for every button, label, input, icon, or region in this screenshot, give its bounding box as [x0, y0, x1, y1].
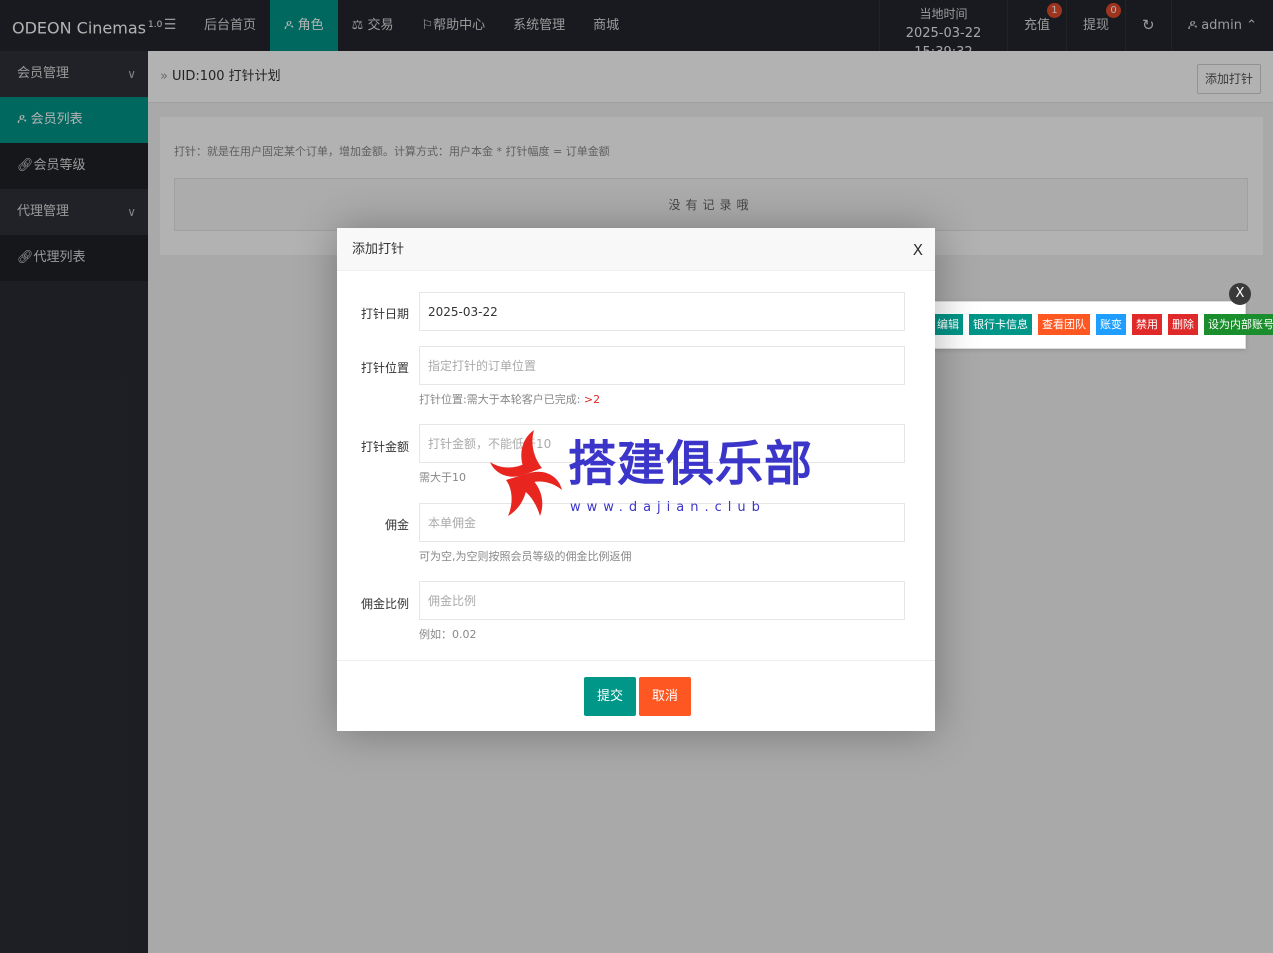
close-icon[interactable]: X [913, 228, 923, 273]
watermark-url: www.dajian.club [570, 500, 766, 515]
disable-button[interactable]: 禁用 [1132, 314, 1162, 335]
modal-header: 添加打针 X [337, 228, 935, 271]
modal-title: 添加打针 [352, 242, 405, 257]
modal-divider [337, 660, 935, 661]
position-min-value: >2 [583, 393, 601, 406]
watermark: 搭建俱乐部 www.dajian.club [490, 428, 812, 524]
set-internal-account-button[interactable]: 设为内部账号 [1204, 314, 1273, 335]
date-input[interactable] [419, 292, 905, 331]
watermark-swirl-icon [490, 430, 562, 516]
position-label: 打针位置 [360, 361, 409, 375]
popup-close-icon[interactable]: X [1229, 283, 1251, 305]
position-input[interactable] [419, 346, 905, 385]
position-help-text: 打针位置:需大于本轮客户已完成: [419, 393, 581, 406]
amount-label: 打针金额 [360, 440, 409, 454]
commission-rate-input[interactable] [419, 581, 905, 620]
submit-button[interactable]: 提交 [584, 677, 637, 716]
commission-label: 佣金 [384, 518, 409, 532]
commission-rate-label: 佣金比例 [360, 597, 409, 611]
edit-button[interactable]: 编辑 [933, 314, 963, 335]
cancel-button[interactable]: 取消 [639, 677, 692, 716]
action-popup: 编辑 银行卡信息 查看团队 账变 禁用 删除 设为内部账号 [926, 301, 1273, 349]
balance-change-button[interactable]: 账变 [1096, 314, 1126, 335]
delete-button[interactable]: 删除 [1168, 314, 1198, 335]
position-help: 打针位置:需大于本轮客户已完成: >2 [419, 391, 600, 407]
bank-card-info-button[interactable]: 银行卡信息 [969, 314, 1032, 335]
view-team-button[interactable]: 查看团队 [1038, 314, 1090, 335]
commission-rate-help: 例如：0.02 [419, 628, 477, 641]
commission-help: 可为空,为空则按照会员等级的佣金比例返佣 [419, 550, 632, 563]
amount-help: 需大于10 [419, 471, 466, 484]
watermark-text: 搭建俱乐部 [568, 436, 814, 492]
date-label: 打针日期 [360, 307, 409, 321]
popup-buttons: 编辑 银行卡信息 查看团队 账变 禁用 删除 设为内部账号 [933, 314, 1273, 335]
